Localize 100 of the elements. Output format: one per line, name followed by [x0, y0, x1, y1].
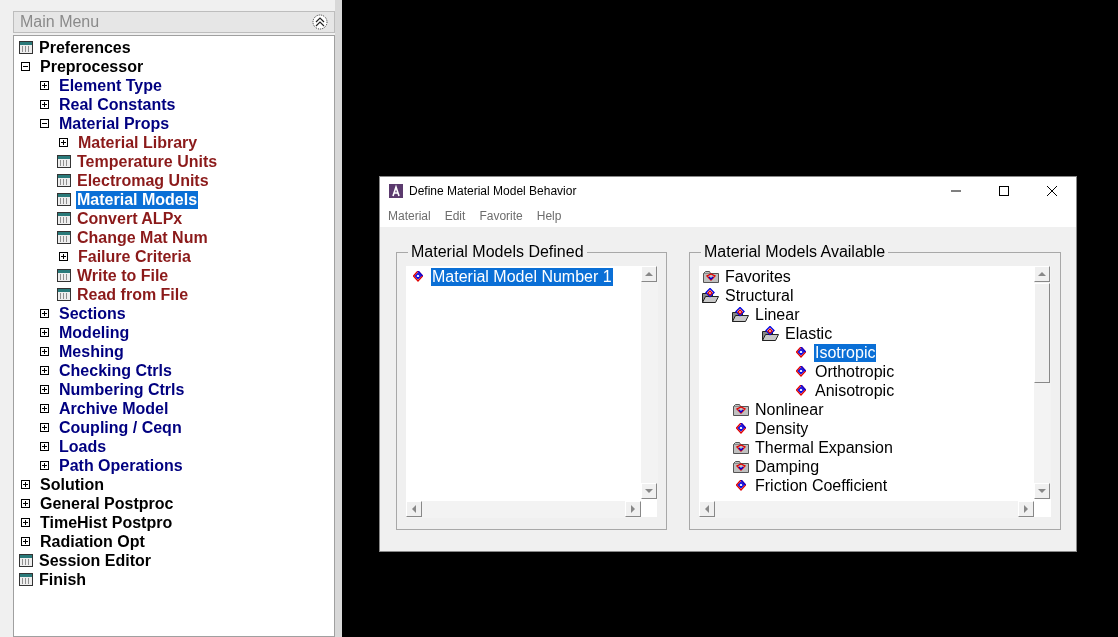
menu-item[interactable]: Temperature Units: [76, 152, 219, 171]
expand-icon[interactable]: [40, 347, 49, 356]
menu-item[interactable]: Material Models: [76, 190, 199, 209]
menu-item[interactable]: Material Library: [77, 133, 199, 152]
calculator-icon[interactable]: [57, 288, 71, 301]
expand-icon[interactable]: [21, 499, 30, 508]
calculator-icon[interactable]: [57, 193, 71, 206]
expand-icon[interactable]: [40, 366, 49, 375]
menu-item[interactable]: Archive Model: [58, 399, 170, 418]
scroll-left-button[interactable]: [406, 501, 422, 517]
scroll-left-button[interactable]: [699, 501, 715, 517]
scroll-up-button[interactable]: [641, 266, 657, 282]
expand-icon[interactable]: [21, 518, 30, 527]
menu-item[interactable]: Element Type: [58, 76, 163, 95]
menu-item[interactable]: Material Props: [58, 114, 171, 133]
expand-icon[interactable]: [59, 138, 68, 147]
scroll-up-button[interactable]: [1034, 266, 1050, 282]
menu-item[interactable]: Sections: [58, 304, 127, 323]
collapse-icon[interactable]: [40, 119, 49, 128]
scroll-right-button[interactable]: [625, 501, 641, 517]
expand-icon[interactable]: [40, 442, 49, 451]
menu-item[interactable]: Preferences: [38, 38, 132, 57]
horizontal-scrollbar[interactable]: [699, 501, 1034, 518]
expand-icon[interactable]: [40, 423, 49, 432]
collapse-icon[interactable]: [21, 62, 30, 71]
menu-item[interactable]: Electromag Units: [76, 171, 210, 190]
menu-item[interactable]: Radiation Opt: [39, 532, 146, 551]
menu-item[interactable]: Change Mat Num: [76, 228, 209, 247]
menu-item[interactable]: General Postproc: [39, 494, 175, 513]
expand-icon[interactable]: [40, 100, 49, 109]
menu-item[interactable]: Modeling: [58, 323, 131, 342]
list-item[interactable]: Friction Coefficient: [754, 476, 889, 495]
expand-icon[interactable]: [59, 252, 68, 261]
calculator-icon[interactable]: [19, 554, 33, 567]
folder-icon: [703, 269, 719, 284]
calculator-icon[interactable]: [57, 212, 71, 225]
calculator-icon[interactable]: [57, 269, 71, 282]
menu-item[interactable]: Finish: [38, 570, 88, 589]
menu-item[interactable]: Path Operations: [58, 456, 184, 475]
menu-item[interactable]: Read from File: [76, 285, 190, 304]
list-item[interactable]: Thermal Expansion: [754, 438, 894, 457]
menu-item[interactable]: Checking Ctrls: [58, 361, 173, 380]
list-item[interactable]: Elastic: [784, 324, 834, 343]
menu-item[interactable]: Real Constants: [58, 95, 177, 114]
calculator-icon[interactable]: [57, 231, 71, 244]
menu-item[interactable]: Convert ALPx: [76, 209, 184, 228]
maximize-icon[interactable]: [999, 186, 1009, 196]
close-icon[interactable]: [1047, 186, 1057, 196]
menu-item[interactable]: Coupling / Ceqn: [58, 418, 183, 437]
menu-item[interactable]: Preprocessor: [39, 57, 145, 76]
list-item[interactable]: Damping: [754, 457, 821, 476]
menu-item[interactable]: Failure Criteria: [77, 247, 192, 266]
expand-icon[interactable]: [40, 81, 49, 90]
calculator-icon[interactable]: [57, 155, 71, 168]
menu-bar-item[interactable]: Edit: [444, 207, 466, 225]
calculator-icon[interactable]: [19, 573, 33, 586]
horizontal-scrollbar[interactable]: [406, 501, 641, 518]
collapse-icon[interactable]: [312, 14, 328, 30]
expand-icon[interactable]: [40, 461, 49, 470]
list-item[interactable]: Density: [754, 419, 810, 438]
list-item[interactable]: Anisotropic: [814, 381, 896, 400]
expand-icon[interactable]: [40, 404, 49, 413]
calculator-icon[interactable]: [57, 174, 71, 187]
scrollbar-thumb[interactable]: [1034, 283, 1050, 383]
up-arrow-icon: [645, 272, 653, 276]
menu-bar-item[interactable]: Material: [388, 207, 431, 225]
vertical-scrollbar[interactable]: [1034, 266, 1051, 499]
list-item[interactable]: Orthotropic: [814, 362, 896, 381]
app-icon: [389, 184, 403, 198]
expand-icon[interactable]: [40, 328, 49, 337]
group-title: Material Models Defined: [410, 242, 585, 262]
menu-bar-item[interactable]: Favorite: [479, 207, 523, 225]
expand-icon[interactable]: [40, 309, 49, 318]
menu-item[interactable]: TimeHist Postpro: [39, 513, 174, 532]
menu-item[interactable]: Loads: [58, 437, 108, 456]
menu-bar-item[interactable]: Help: [536, 207, 562, 225]
expand-icon[interactable]: [21, 537, 30, 546]
scroll-down-button[interactable]: [641, 483, 657, 499]
vertical-scrollbar[interactable]: [641, 266, 658, 499]
list-item[interactable]: Structural: [724, 286, 795, 305]
list-item[interactable]: Nonlinear: [754, 400, 825, 419]
menu-item[interactable]: Meshing: [58, 342, 125, 361]
expand-icon[interactable]: [21, 480, 30, 489]
menu-item[interactable]: Solution: [39, 475, 105, 494]
list-item[interactable]: Material Model Number 1: [431, 267, 613, 286]
list-item[interactable]: Linear: [754, 305, 801, 324]
down-arrow-icon: [1038, 489, 1046, 493]
menu-item[interactable]: Write to File: [76, 266, 170, 285]
menu-item[interactable]: Numbering Ctrls: [58, 380, 186, 399]
expand-icon[interactable]: [40, 385, 49, 394]
menu-item[interactable]: Session Editor: [38, 551, 153, 570]
list-item[interactable]: Isotropic: [814, 343, 877, 362]
list-item[interactable]: Favorites: [724, 267, 792, 286]
window-title: Define Material Model Behavior: [409, 183, 577, 200]
calculator-icon[interactable]: [19, 41, 33, 54]
diamond-icon: [796, 365, 806, 378]
open-folder-icon: [702, 287, 720, 304]
scroll-down-button[interactable]: [1034, 483, 1050, 499]
folder-icon: [733, 402, 749, 417]
scroll-right-button[interactable]: [1018, 501, 1034, 517]
